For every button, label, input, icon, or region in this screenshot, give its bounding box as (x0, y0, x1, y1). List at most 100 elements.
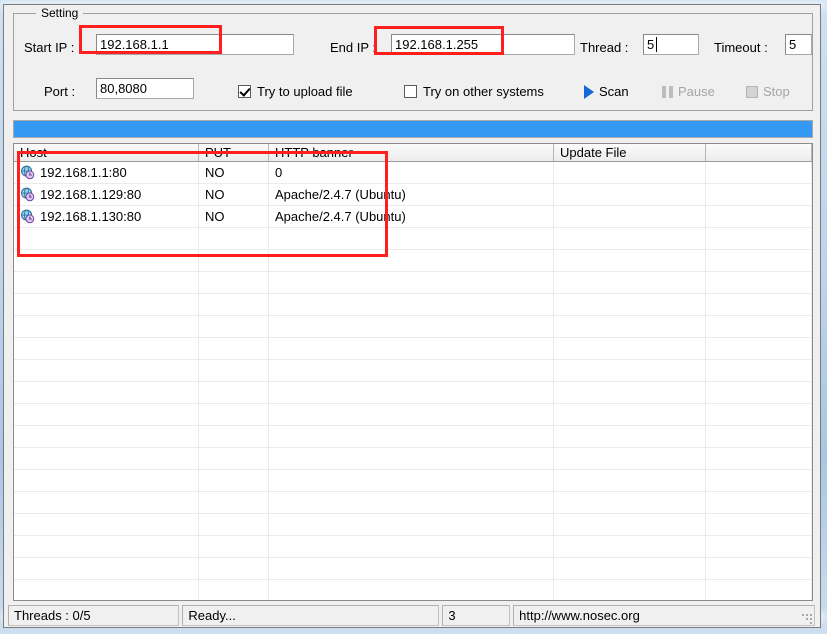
thread-input[interactable] (643, 34, 699, 55)
table-row-empty[interactable] (14, 272, 812, 294)
cell-empty (199, 250, 269, 271)
column-header-update-file[interactable]: Update File (554, 144, 706, 161)
status-pane-2: 3 (442, 605, 511, 626)
pause-button[interactable]: Pause (662, 84, 715, 99)
cell-host: 192.168.1.129:80 (14, 184, 199, 205)
column-header-host[interactable]: Host (14, 144, 199, 161)
status-pane-0: Threads : 0/5 (8, 605, 180, 626)
table-row-empty[interactable] (14, 228, 812, 250)
column-header-blank-4[interactable] (706, 144, 812, 161)
table-row[interactable]: 192.168.1.130:80 NO Apache/2.4.7 (Ubuntu) (14, 206, 812, 228)
cell-empty (554, 514, 706, 535)
host-text: 192.168.1.129:80 (40, 187, 142, 202)
try-other-systems-checkbox[interactable]: Try on other systems (404, 84, 544, 99)
column-header-put[interactable]: PUT (199, 144, 269, 161)
cell-empty (706, 448, 812, 469)
cell-empty (706, 514, 812, 535)
table-row-empty[interactable] (14, 294, 812, 316)
cell-empty (706, 492, 812, 513)
cell-empty (269, 470, 554, 491)
table-row-empty[interactable] (14, 492, 812, 514)
cell-empty (14, 404, 199, 425)
cell-empty (554, 404, 706, 425)
status-pane-1: Ready... (182, 605, 440, 626)
cell-empty (14, 426, 199, 447)
cell-empty (269, 426, 554, 447)
setting-groupbox: Setting Start IP : End IP : Thread : Tim… (13, 6, 813, 111)
start-ip-input[interactable] (96, 34, 294, 55)
cell-empty (554, 580, 706, 600)
cell-empty (706, 382, 812, 403)
table-row-empty[interactable] (14, 382, 812, 404)
table-row-empty[interactable] (14, 514, 812, 536)
cell-empty (554, 492, 706, 513)
cell-put: NO (199, 162, 269, 183)
pause-button-label: Pause (678, 84, 715, 99)
table-row-empty[interactable] (14, 470, 812, 492)
table-row-empty[interactable] (14, 250, 812, 272)
cell-empty (14, 228, 199, 249)
cell-empty (269, 228, 554, 249)
table-row-empty[interactable] (14, 404, 812, 426)
cell-empty (14, 360, 199, 381)
end-ip-input[interactable] (391, 34, 575, 55)
status-pane-3: http://www.nosec.org (513, 605, 815, 626)
cell-empty (14, 536, 199, 557)
cell-empty (269, 514, 554, 535)
cell-empty (706, 404, 812, 425)
start-ip-label: Start IP : (24, 40, 75, 55)
thread-text-caret (656, 37, 657, 52)
table-row-empty[interactable] (14, 536, 812, 558)
thread-label: Thread : (580, 40, 629, 55)
table-row[interactable]: 192.168.1.129:80 NO Apache/2.4.7 (Ubuntu) (14, 184, 812, 206)
cell-extra (706, 162, 812, 183)
status-bar: Threads : 0/5 Ready... 3 http://www.nosec.o… (8, 605, 818, 626)
results-listview[interactable]: Host PUT HTTP banner Update File 192.168.1.… (13, 143, 813, 601)
globe-host-icon (20, 165, 35, 180)
cell-empty (554, 558, 706, 579)
cell-update_file (554, 184, 706, 205)
cell-empty (199, 426, 269, 447)
cell-empty (706, 272, 812, 293)
cell-update_file (554, 162, 706, 183)
table-row-empty[interactable] (14, 580, 812, 600)
table-row-empty[interactable] (14, 316, 812, 338)
timeout-label: Timeout : (714, 40, 768, 55)
cell-empty (554, 250, 706, 271)
cell-empty (199, 272, 269, 293)
cell-empty (14, 338, 199, 359)
cell-empty (269, 338, 554, 359)
timeout-input[interactable] (785, 34, 812, 55)
cell-empty (554, 448, 706, 469)
scan-button[interactable]: Scan (584, 84, 629, 99)
stop-button[interactable]: Stop (746, 84, 790, 99)
table-row-empty[interactable] (14, 558, 812, 580)
cell-empty (199, 404, 269, 425)
port-input[interactable] (96, 78, 194, 99)
cell-empty (14, 470, 199, 491)
cell-extra (706, 184, 812, 205)
cell-empty (269, 448, 554, 469)
results-table-header: Host PUT HTTP banner Update File (14, 144, 812, 162)
table-row-empty[interactable] (14, 360, 812, 382)
cell-empty (199, 558, 269, 579)
cell-empty (269, 382, 554, 403)
table-row-empty[interactable] (14, 338, 812, 360)
table-row-empty[interactable] (14, 448, 812, 470)
cell-update_file (554, 206, 706, 227)
try-upload-file-checkbox[interactable]: Try to upload file (238, 84, 353, 99)
cell-banner: 0 (269, 162, 554, 183)
play-triangle-icon (584, 84, 594, 99)
table-row-empty[interactable] (14, 426, 812, 448)
cell-empty (199, 360, 269, 381)
cell-empty (706, 426, 812, 447)
stop-button-label: Stop (763, 84, 790, 99)
table-row[interactable]: 192.168.1.1:80 NO 0 (14, 162, 812, 184)
cell-empty (554, 316, 706, 337)
cell-empty (706, 294, 812, 315)
cell-empty (14, 448, 199, 469)
column-header-http-banner[interactable]: HTTP banner (269, 144, 554, 161)
try-other-systems-label: Try on other systems (423, 84, 544, 99)
resize-grip-icon[interactable] (799, 611, 812, 624)
cell-put: NO (199, 184, 269, 205)
